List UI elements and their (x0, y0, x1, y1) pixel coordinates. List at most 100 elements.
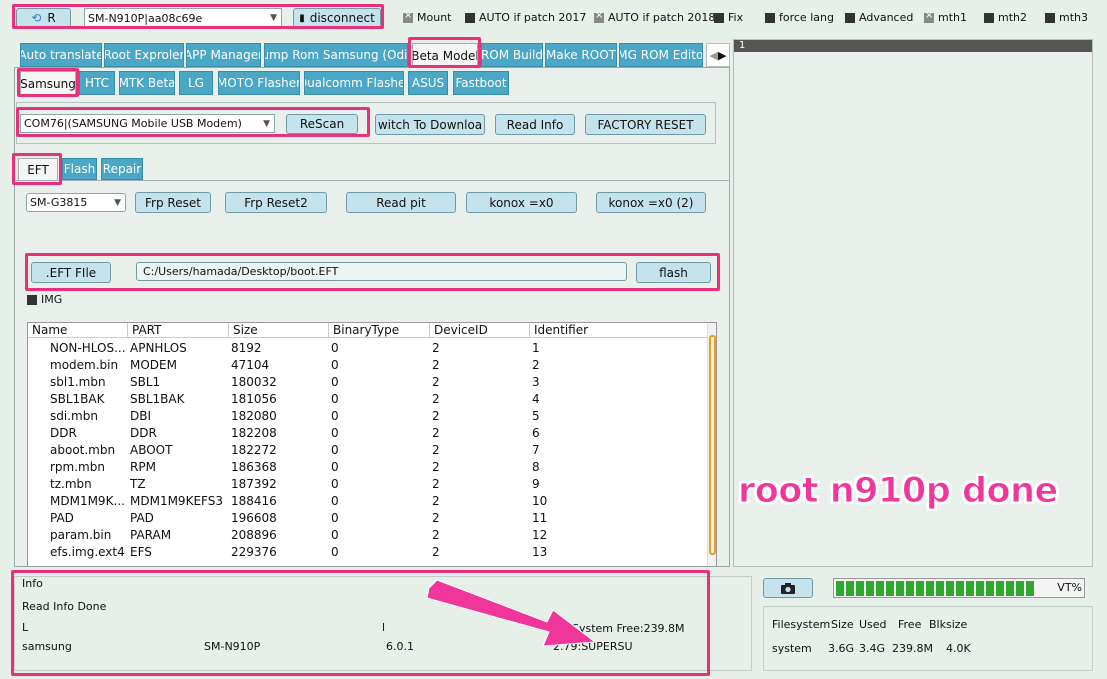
table-cell: modem.bin (50, 358, 119, 372)
tab-root-explorer[interactable]: Root Exproler (104, 43, 184, 67)
progress-segment (936, 581, 944, 596)
table-row[interactable]: aboot.mbn ABOOT 182272 0 2 7 (28, 442, 710, 459)
switch-download-button[interactable]: witch To Downloa (375, 114, 485, 135)
tab-lg[interactable]: LG (179, 71, 213, 95)
chevron-left-icon: ◀ (709, 48, 718, 62)
tab-dump-rom[interactable]: Dump Rom Samsung (Odin) (264, 43, 408, 67)
model-select[interactable]: SM-G3815 ▼ (26, 193, 126, 212)
col-part[interactable]: PART (128, 323, 229, 338)
col-name[interactable]: Name (28, 323, 128, 338)
storage-h-size: Size (831, 618, 854, 631)
tab-moto-flasher[interactable]: MOTO Flasher (218, 71, 300, 95)
storage-h-blksize: Blksize (929, 618, 968, 631)
table-row[interactable]: sbl1.mbn SBL1 180032 0 2 3 (28, 374, 710, 391)
checkbox-mth2[interactable]: mth2 (984, 11, 1027, 24)
tab-asus[interactable]: ASUS (408, 71, 448, 95)
table-cell: 0 (331, 460, 339, 474)
checkbox-mth1[interactable]: mth1 (924, 10, 967, 24)
read-info-button[interactable]: Read Info (495, 114, 575, 135)
disconnect-button[interactable]: ▮ disconnect (293, 8, 381, 28)
frp-reset2-button[interactable]: Frp Reset2 (225, 192, 327, 213)
table-cell: MDM1M9K... (50, 494, 125, 508)
checkbox-mount[interactable]: Mount (403, 10, 451, 24)
read-pit-button[interactable]: Read pit (346, 192, 456, 213)
table-cell: 188416 (231, 494, 277, 508)
tab-rom-build[interactable]: ROM Build (481, 43, 543, 67)
tab-mtk-beta[interactable]: MTK Beta (119, 71, 175, 95)
checkbox-img[interactable]: IMG (27, 293, 62, 306)
table-cell: 2 (432, 375, 440, 389)
table-row[interactable]: DDR DDR 182208 0 2 6 (28, 425, 710, 442)
table-scrollbar[interactable] (707, 323, 716, 566)
konox-button[interactable]: konox =x0 (466, 192, 577, 213)
tab-eft[interactable]: EFT (18, 158, 58, 180)
table-cell: 187392 (231, 477, 277, 491)
checkbox-auto-2018[interactable]: AUTO if patch 2018 (594, 10, 715, 24)
table-row[interactable]: SBL1BAK SBL1BAK 181056 0 2 4 (28, 391, 710, 408)
checkbox-auto-2017[interactable]: AUTO if patch 2017 (465, 11, 586, 24)
tab-scroll-arrows[interactable]: ◀ ▶ (706, 43, 730, 67)
eft-path-field[interactable]: C:/Users/hamada/Desktop/boot.EFT (136, 262, 627, 281)
storage-h-filesystem: Filesystem (772, 618, 831, 631)
tab-img-rom-editor[interactable]: IMG ROM Editor (619, 43, 703, 67)
port-select[interactable]: COM76|(SAMSUNG Mobile USB Modem) ▼ (20, 114, 275, 133)
factory-reset-button[interactable]: FACTORY RESET (585, 114, 706, 135)
checkbox-fix[interactable]: Fix (714, 11, 743, 24)
table-row[interactable]: modem.bin MODEM 47104 0 2 2 (28, 357, 710, 374)
scrollbar-thumb[interactable] (709, 335, 716, 555)
r-button[interactable]: ⟲ R (16, 8, 71, 28)
tab-samsung[interactable]: Samsung (20, 71, 76, 95)
table-row[interactable]: rpm.mbn RPM 186368 0 2 8 (28, 459, 710, 476)
col-size[interactable]: Size (229, 323, 329, 338)
eft-file-button[interactable]: .EFT FIle (31, 262, 111, 283)
tab-repair[interactable]: Repair (101, 158, 143, 180)
table-cell: 8 (532, 460, 540, 474)
col-binarytype[interactable]: BinaryType (329, 323, 430, 338)
table-cell: SBL1 (130, 375, 161, 389)
tab-htc[interactable]: HTC (79, 71, 115, 95)
table-cell: 9 (532, 477, 540, 491)
refresh-icon: ⟲ (31, 11, 42, 25)
progress-segment (866, 581, 874, 596)
checkbox-mth3[interactable]: mth3 (1045, 11, 1088, 24)
frp-reset-button[interactable]: Frp Reset (135, 192, 211, 213)
checkbox-advanced[interactable]: Advanced (845, 11, 913, 24)
flash-button[interactable]: flash (636, 262, 711, 283)
tab-app-manager[interactable]: APP Manager (186, 43, 261, 67)
tab-beta-model[interactable]: Beta Model (412, 43, 478, 67)
table-cell: 0 (331, 358, 339, 372)
checkbox-force-lang[interactable]: force lang (765, 11, 834, 24)
progress-segment (906, 581, 914, 596)
table-row[interactable]: NON-HLOS... APNHLOS 8192 0 2 1 (28, 340, 710, 357)
col-deviceid[interactable]: DeviceID (430, 323, 530, 338)
main-tabbar: Auto translate Root Exproler APP Manager… (20, 43, 730, 67)
table-cell: ABOOT (130, 443, 173, 457)
table-cell: 2 (432, 409, 440, 423)
table-cell: 2 (432, 443, 440, 457)
konox2-button[interactable]: konox =x0 (2) (596, 192, 706, 213)
table-row[interactable]: PAD PAD 196608 0 2 11 (28, 510, 710, 527)
rescan-button[interactable]: ReScan (286, 114, 358, 134)
screenshot-button[interactable] (763, 578, 813, 598)
table-row[interactable]: efs.img.ext4 EFS 229376 0 2 13 (28, 544, 710, 561)
info-title: Info (22, 577, 43, 590)
progress-segment (896, 581, 904, 596)
table-row[interactable]: MDM1M9K... MDM1M9KEFS3 188416 0 2 10 (28, 493, 710, 510)
brand-tabbar: Samsung HTC MTK Beta LG MOTO Flasher Qua… (20, 71, 720, 95)
progress-segment (946, 581, 954, 596)
table-row[interactable]: param.bin PARAM 208896 0 2 12 (28, 527, 710, 544)
col-identifier[interactable]: Identifier (530, 323, 710, 338)
tab-auto-translate[interactable]: Auto translate (20, 43, 102, 67)
table-row[interactable]: sdi.mbn DBI 182080 0 2 5 (28, 408, 710, 425)
partition-table: Name PART Size BinaryType DeviceID Ident… (27, 322, 717, 567)
tab-qualcomm-flasher[interactable]: Qualcomm Flasher (304, 71, 404, 95)
info-model: SM-N910P (204, 640, 261, 653)
tab-make-root[interactable]: Make ROOT (545, 43, 617, 67)
table-row[interactable]: tz.mbn TZ 187392 0 2 9 (28, 476, 710, 493)
table-cell: 1 (532, 341, 540, 355)
table-cell: 0 (331, 392, 339, 406)
tab-flash[interactable]: Flash (62, 158, 97, 180)
device-select[interactable]: SM-N910P|aa08c69e ▼ (84, 8, 282, 28)
table-cell: DDR (130, 426, 157, 440)
tab-fastboot[interactable]: Fastboot (453, 71, 509, 95)
